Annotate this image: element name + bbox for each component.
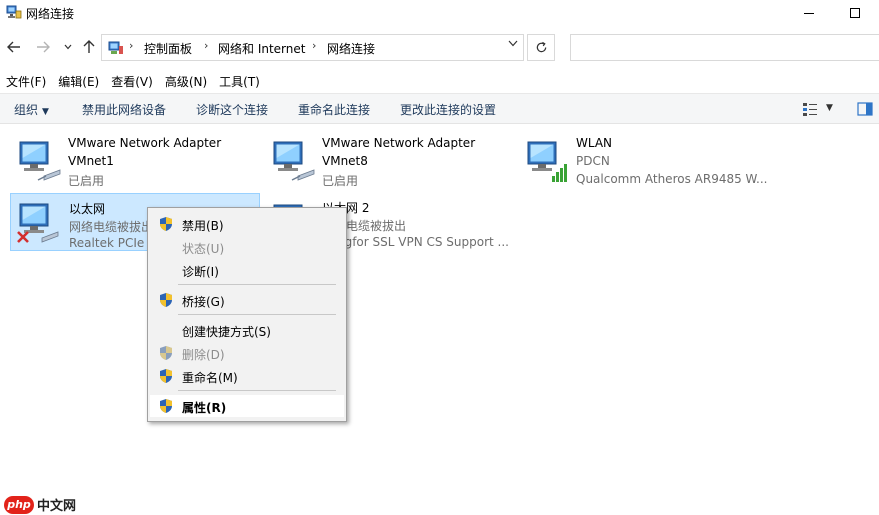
control-panel-icon <box>108 41 123 54</box>
breadcrumb-network-connections[interactable]: 网络连接 <box>327 40 375 57</box>
context-menu-label: 禁用(B) <box>182 219 224 233</box>
window-title: 网络连接 <box>26 7 75 21</box>
up-button[interactable] <box>79 37 99 57</box>
uac-shield-icon <box>160 369 172 383</box>
context-menu-diagnose[interactable]: 诊断(I) <box>150 259 344 281</box>
navigation-bar: › 控制面板 › 网络和 Internet › 网络连接 <box>0 30 879 64</box>
search-input[interactable] <box>570 34 879 61</box>
connection-status: 已启用 <box>322 174 359 188</box>
minimize-button[interactable] <box>786 0 832 26</box>
connection-vmnet1[interactable]: VMware Network Adapter VMnet1 已启用 <box>10 130 260 188</box>
connection-name: 以太网 <box>69 202 106 216</box>
context-menu-label: 删除(D) <box>182 348 225 362</box>
connection-status: 网络电缆被拔出 <box>69 220 154 234</box>
watermark-logo: php <box>4 495 34 514</box>
connection-status: 已启用 <box>68 174 105 188</box>
context-menu: 禁用(B) 状态(U) 诊断(I) 桥接(G) 创建快捷方式(S) 删除(D) … <box>147 207 347 422</box>
maximize-icon <box>850 8 860 18</box>
context-menu-label: 重命名(M) <box>182 371 238 385</box>
context-menu-separator <box>178 314 336 315</box>
connection-name: WLAN <box>576 136 613 150</box>
arrow-left-icon <box>7 41 20 53</box>
change-settings-button[interactable]: 更改此连接的设置 <box>400 101 496 118</box>
context-menu-properties[interactable]: 属性(R) <box>150 395 344 417</box>
context-menu-label: 桥接(G) <box>182 295 225 309</box>
breadcrumb-separator: › <box>312 39 317 52</box>
uac-shield-icon <box>160 217 172 231</box>
uac-shield-icon <box>160 346 172 360</box>
arrow-up-icon <box>83 40 95 53</box>
connection-device: Qualcomm Atheros AR9485 W... <box>576 172 768 186</box>
maximize-button[interactable] <box>832 0 878 26</box>
menu-file[interactable]: 文件(F) <box>0 70 52 92</box>
breadcrumb-control-panel[interactable]: 控制面板 <box>144 40 192 57</box>
context-menu-label: 属性(R) <box>182 401 227 415</box>
breadcrumb-network-internet[interactable]: 网络和 Internet <box>218 40 305 57</box>
context-menu-separator <box>178 390 336 391</box>
context-menu-label: 诊断(I) <box>182 265 219 279</box>
menu-advanced[interactable]: 高级(N) <box>159 70 213 92</box>
refresh-icon <box>536 41 546 53</box>
address-dropdown-button[interactable] <box>508 39 518 50</box>
connection-network: PDCN <box>576 154 610 168</box>
context-menu-delete: 删除(D) <box>150 342 344 364</box>
uac-shield-icon <box>160 293 172 307</box>
back-button[interactable] <box>4 37 24 57</box>
context-menu-label: 状态(U) <box>182 242 225 256</box>
context-menu-rename[interactable]: 重命名(M) <box>150 365 344 387</box>
context-menu-separator <box>178 284 336 285</box>
breadcrumb-separator: › <box>129 39 134 52</box>
network-connections-icon <box>6 5 22 19</box>
network-adapter-icon <box>273 141 315 181</box>
watermark: php 中文网 <box>4 495 76 514</box>
connection-vmnet8[interactable]: VMware Network Adapter VMnet8 已启用 <box>264 130 514 188</box>
menu-view[interactable]: 查看(V) <box>105 70 159 92</box>
caret-down-icon: ▼ <box>42 107 49 117</box>
recent-locations-button[interactable] <box>58 37 78 57</box>
wifi-adapter-icon <box>527 141 567 182</box>
menu-bar: 文件(F) 编辑(E) 查看(V) 高级(N) 工具(T) <box>0 70 879 92</box>
diagnose-connection-button[interactable]: 诊断这个连接 <box>196 101 268 118</box>
connection-wlan[interactable]: WLAN PDCN Qualcomm Atheros AR9485 W... <box>518 130 768 188</box>
preview-pane-icon[interactable] <box>857 101 873 117</box>
refresh-button[interactable] <box>527 34 555 61</box>
chevron-down-icon <box>508 40 518 47</box>
minimize-icon <box>804 12 814 14</box>
disable-device-button[interactable]: 禁用此网络设备 <box>82 101 166 118</box>
context-menu-create-shortcut[interactable]: 创建快捷方式(S) <box>150 319 344 341</box>
connection-network: VMnet8 <box>322 154 368 168</box>
chevron-down-icon <box>64 44 72 50</box>
arrow-right-icon <box>37 41 50 53</box>
breadcrumb-separator: › <box>204 39 209 52</box>
organize-label: 组织 <box>14 103 39 117</box>
menu-edit[interactable]: 编辑(E) <box>52 70 105 92</box>
connection-device: Sangfor SSL VPN CS Support ... <box>322 235 509 249</box>
connection-network: VMnet1 <box>68 154 114 168</box>
organize-button[interactable]: 组织 ▼ <box>14 101 49 118</box>
uac-shield-icon <box>160 399 172 413</box>
view-options-icon[interactable] <box>802 101 818 117</box>
view-dropdown-button[interactable]: ▼ <box>826 103 833 119</box>
network-adapter-icon <box>19 141 61 181</box>
context-menu-status: 状态(U) <box>150 236 344 258</box>
command-bar: 组织 ▼ 禁用此网络设备 诊断这个连接 重命名此连接 更改此连接的设置 ▼ <box>0 93 879 124</box>
connection-name: VMware Network Adapter <box>322 136 476 150</box>
ethernet-adapter-icon <box>17 203 59 243</box>
menu-tools[interactable]: 工具(T) <box>213 70 266 92</box>
context-menu-label: 创建快捷方式(S) <box>182 325 271 339</box>
connection-name: VMware Network Adapter <box>68 136 222 150</box>
context-menu-disable[interactable]: 禁用(B) <box>150 213 344 235</box>
rename-connection-button[interactable]: 重命名此连接 <box>298 101 370 118</box>
context-menu-bridge[interactable]: 桥接(G) <box>150 289 344 311</box>
watermark-text: 中文网 <box>37 499 77 514</box>
title-bar: 网络连接 <box>0 0 879 28</box>
forward-button[interactable] <box>33 37 53 57</box>
address-bar[interactable]: › 控制面板 › 网络和 Internet › 网络连接 <box>101 34 524 61</box>
